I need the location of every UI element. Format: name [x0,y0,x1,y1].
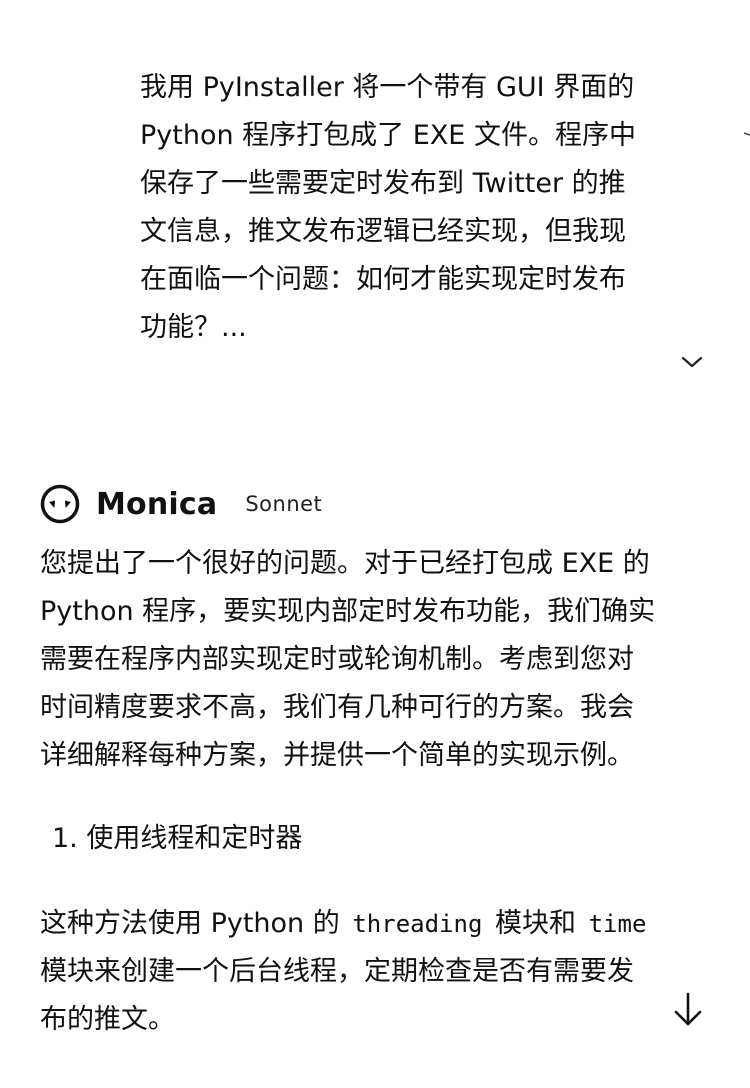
model-badge: Sonnet [245,492,323,516]
assistant-header: Monica Sonnet [40,478,322,530]
paragraph-text: 模块和 [495,908,576,939]
paragraph-line-2: 模块来创建一个后台线程，定期检查是否有需要发 [40,956,634,987]
paragraph-text: 这种方法使用 Python 的 [40,908,340,939]
answer-intro: 您提出了一个很好的问题。对于已经打包成 EXE 的 Python 程序，要实现内… [40,548,656,771]
inline-code-threading: threading [352,910,483,938]
inline-code-time: time [588,910,647,938]
monica-avatar-icon [40,484,80,524]
section-heading: 1. 使用线程和定时器 [52,823,303,854]
chat-page: 我用 PyInstaller 将一个带有 GUI 界面的 Python 程序打包… [0,0,750,1088]
chevron-down-icon[interactable] [680,350,704,374]
edge-mark-icon [744,132,750,136]
user-message: 我用 PyInstaller 将一个带有 GUI 界面的 Python 程序打包… [140,72,636,343]
paragraph-line-3: 布的推文。 [40,1004,175,1035]
paragraph-line-1: 这种方法使用 Python 的 threading 模块和 time [40,900,720,948]
assistant-name: Monica [96,486,218,522]
arrow-down-icon[interactable] [670,990,706,1030]
section-paragraph: 这种方法使用 Python 的 threading 模块和 time 模块来创建… [40,900,720,1044]
